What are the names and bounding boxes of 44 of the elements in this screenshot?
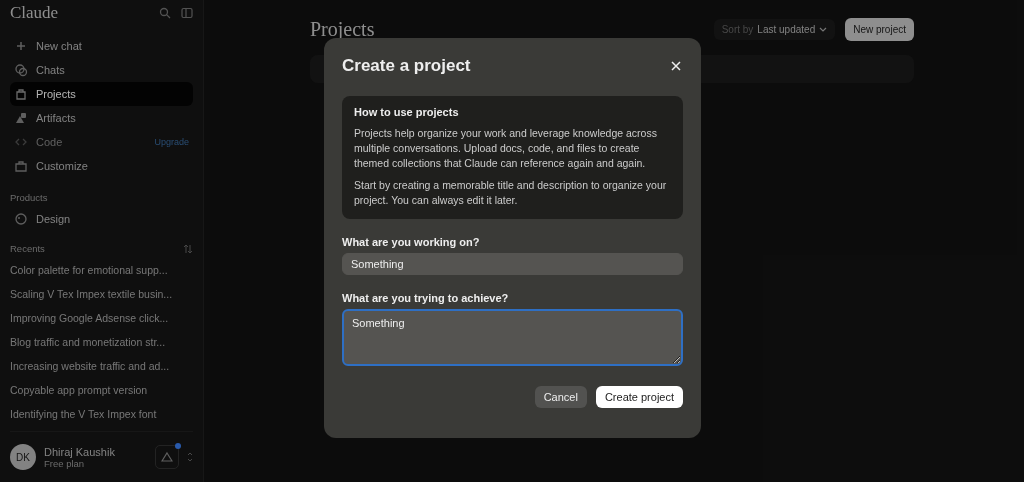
recent-chat-link[interactable]: Copyable app prompt version [10,378,193,402]
recent-chat-link[interactable]: Increasing website traffic and ad... [10,354,193,378]
info-paragraph: Start by creating a memorable title and description to organize your project. You can always edit it later. [354,178,668,208]
sort-icon[interactable] [183,243,193,254]
info-heading: How to use projects [354,106,460,118]
input-field[interactable]: Something [342,253,683,275]
search-icon[interactable] [159,7,171,19]
recent-chat-link[interactable]: Scaling V Tex Impex textile busin... [10,282,193,306]
user-name: Dhiraj Kaushik [44,445,116,458]
field-label: What are you working on? [342,236,481,248]
shapes-icon [14,111,28,125]
info-paragraph: Projects help organize your work and leverage knowledge across multiple conversations. Upload docs, code, and files to create themed collections that Claude can reference again and again. [354,126,658,171]
user-avatar[interactable]: DK [10,444,36,470]
recent-chat-link[interactable]: Color palette for emotional supp... [10,258,193,282]
recent-chat-link[interactable]: Blog traffic and monetization str... [10,330,193,354]
chevron-icon [819,26,828,33]
plus-icon [14,39,28,53]
sidebar-item[interactable]: Projects [10,82,193,106]
user-plan: Free plan [44,457,86,469]
new-project-button[interactable]: New project [845,18,914,41]
dialog-title: Create a project [342,56,471,76]
bag-icon [14,159,28,173]
text-area[interactable]: Something [342,309,683,366]
section-heading: Products [10,192,49,203]
close-icon [671,61,681,71]
recent-chat-link[interactable]: Identifying the V Tex Impex font [10,402,193,426]
sidebar-item[interactable]: New chat [10,34,193,58]
recent-chat-link[interactable]: Improving Google Adsense click... [10,306,193,330]
section-heading: Recents [10,243,45,254]
field-label: What are you trying to achieve? [342,292,510,304]
sidebar-toggle-icon[interactable] [181,7,193,19]
sidebar-item[interactable]: Customize [10,154,193,178]
logo-text[interactable]: Claude [10,3,59,23]
sidebar-item[interactable]: Artifacts [10,106,193,130]
chevrons-icon[interactable] [187,451,193,463]
cancel-button[interactable]: Cancel [534,386,587,408]
palette-icon [14,212,28,226]
sidebar-item[interactable]: Chats [10,58,193,82]
page-title: Projects [310,18,376,41]
triangle-icon [161,451,173,463]
sidebar-item[interactable]: Design [10,207,193,231]
chat-icon [14,63,28,77]
create-project-button[interactable]: Create project [595,386,683,408]
close-button[interactable] [669,59,683,73]
